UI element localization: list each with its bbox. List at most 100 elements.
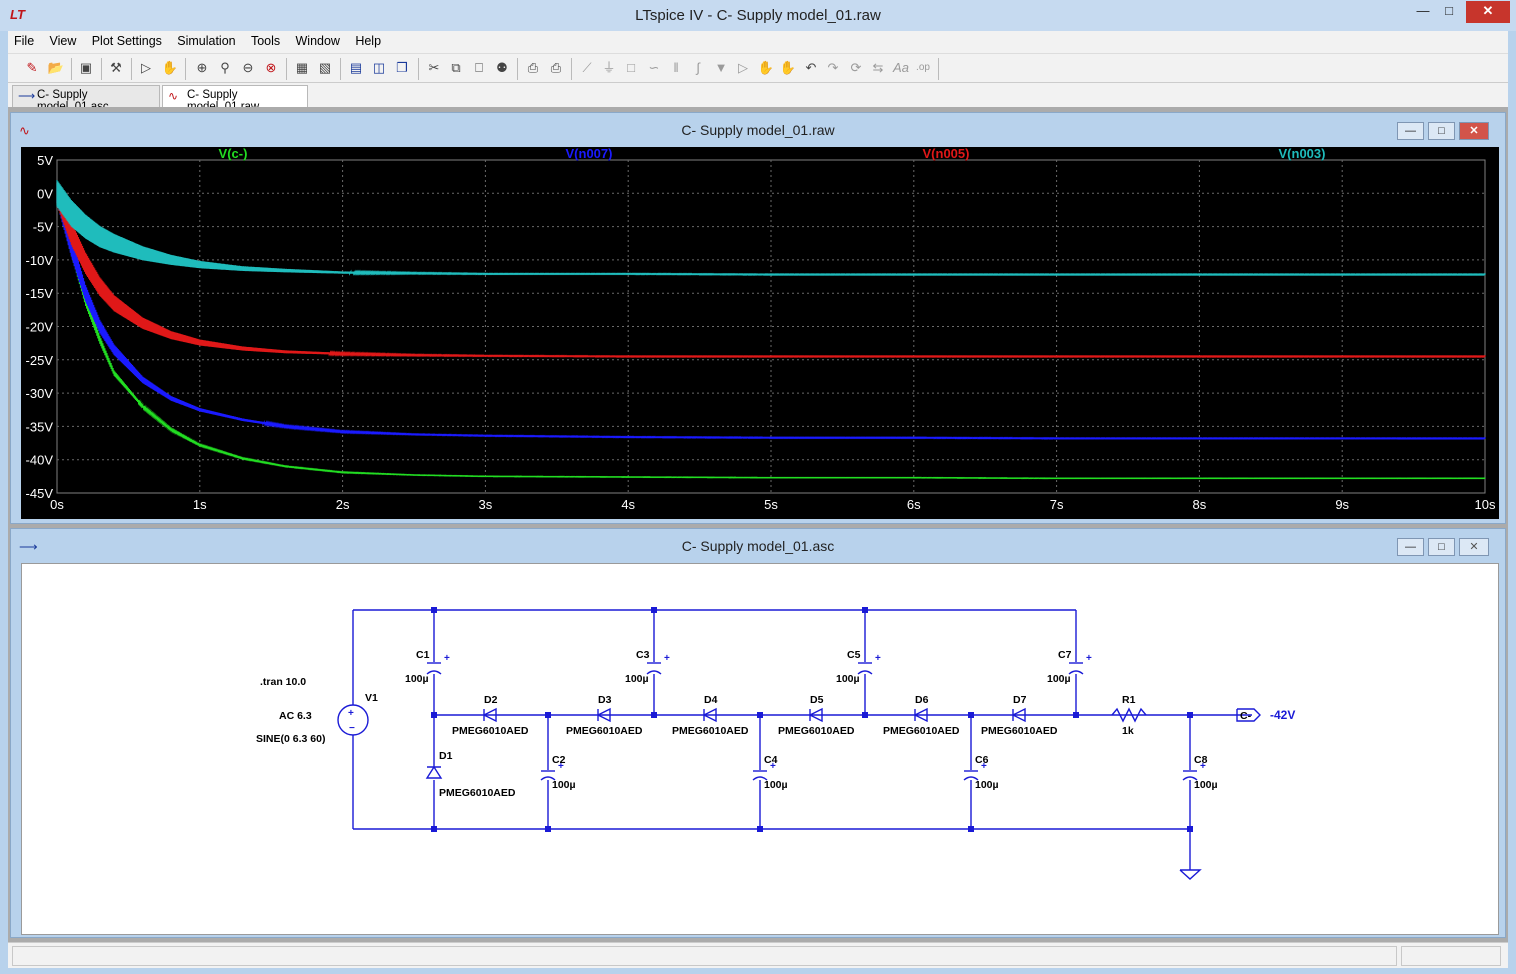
capacitor-icon[interactable]: ‖ xyxy=(666,58,686,78)
manual-limits-icon[interactable]: ▧ xyxy=(315,58,335,78)
c4-ref[interactable]: C4 xyxy=(764,754,778,766)
component-icon[interactable]: ▷ xyxy=(733,58,753,78)
tile-horizontal-icon[interactable]: ▤ xyxy=(346,58,366,78)
d3-ref[interactable]: D3 xyxy=(598,694,612,706)
control-panel-icon[interactable]: ⚒ xyxy=(106,58,126,78)
waveform-plot[interactable]: 0s 1s 2s 3s 4s 5s 6s 7s 8s 9s 10s 5V 0V -5V -10V -15V -2… xyxy=(21,146,1499,519)
label-net-icon[interactable]: □ xyxy=(621,58,641,78)
d6-ref[interactable]: D6 xyxy=(915,694,929,706)
undo-icon[interactable]: ↶ xyxy=(801,58,821,78)
halt-icon[interactable]: ✋ xyxy=(160,58,180,78)
d4-value[interactable]: PMEG6010AED xyxy=(672,725,749,737)
paste-icon[interactable]: ⎕ xyxy=(469,58,489,78)
new-schematic-icon[interactable]: ✎ xyxy=(22,58,42,78)
cascade-icon[interactable]: ❐ xyxy=(392,58,412,78)
d1-value[interactable]: PMEG6010AED xyxy=(439,787,516,799)
rotate-icon[interactable]: ⟳ xyxy=(846,58,866,78)
c1-ref[interactable]: C1 xyxy=(416,649,430,661)
drag-icon[interactable]: ✋ xyxy=(778,58,798,78)
plot-minimize-button[interactable]: — xyxy=(1397,122,1424,140)
d1-ref[interactable]: D1 xyxy=(439,750,453,762)
schematic-window: ⟶ C- Supply model_01.asc — □ ✕ + + + + +… xyxy=(10,528,1506,938)
move-icon[interactable]: ✋ xyxy=(756,58,776,78)
tab-schematic[interactable]: ⟶ C- Supply model_01.asc xyxy=(12,85,160,113)
schematic-drawing[interactable]: ++++ ++++ +− .tran 10.0 V1 AC 6.3 SINE(0… xyxy=(22,564,1498,934)
print-icon[interactable]: ⎙ xyxy=(546,58,566,78)
v1-ac[interactable]: AC 6.3 xyxy=(279,710,312,722)
zoom-pan-icon[interactable]: ⚲ xyxy=(215,58,235,78)
d2-ref[interactable]: D2 xyxy=(484,694,498,706)
d7-value[interactable]: PMEG6010AED xyxy=(981,725,1058,737)
minimize-button[interactable]: — xyxy=(1410,1,1436,23)
menu-window[interactable]: Window xyxy=(290,31,346,48)
diode-icon[interactable]: ▼ xyxy=(711,58,731,78)
menu-plot-settings[interactable]: Plot Settings xyxy=(86,31,168,48)
plot-maximize-button[interactable]: □ xyxy=(1428,122,1455,140)
zoom-fit-icon[interactable]: ⊗ xyxy=(261,58,281,78)
c5-value[interactable]: 100µ xyxy=(836,673,860,685)
text-icon[interactable]: Aa xyxy=(891,58,911,78)
d2-value[interactable]: PMEG6010AED xyxy=(452,725,529,737)
open-folder-icon[interactable]: 📂 xyxy=(46,58,66,78)
save-icon[interactable]: ▣ xyxy=(76,58,96,78)
c5-ref[interactable]: C5 xyxy=(847,649,861,661)
d5-value[interactable]: PMEG6010AED xyxy=(778,725,855,737)
x-tick-label: 10s xyxy=(1475,497,1496,512)
plot-close-button[interactable]: ✕ xyxy=(1459,122,1489,140)
c6-ref[interactable]: C6 xyxy=(975,754,989,766)
d3-value[interactable]: PMEG6010AED xyxy=(566,725,643,737)
c7-ref[interactable]: C7 xyxy=(1058,649,1072,661)
d5-ref[interactable]: D5 xyxy=(810,694,824,706)
menu-simulation[interactable]: Simulation xyxy=(171,31,241,48)
schematic-minimize-button[interactable]: — xyxy=(1397,538,1424,556)
c8-ref[interactable]: C8 xyxy=(1194,754,1208,766)
autorange-icon[interactable]: ▦ xyxy=(292,58,312,78)
schematic-close-button[interactable]: ✕ xyxy=(1459,538,1489,556)
spice-directive-icon[interactable]: .op xyxy=(913,58,933,78)
schematic-canvas[interactable]: + + + + + + + + + − .tran 10.0 V1 AC 6.3 SINE(0… xyxy=(21,563,1499,935)
c3-value[interactable]: 100µ xyxy=(625,673,649,685)
mirror-icon[interactable]: ⇆ xyxy=(868,58,888,78)
c6-value[interactable]: 100µ xyxy=(975,779,999,791)
menu-tools[interactable]: Tools xyxy=(245,31,286,48)
menu-file[interactable]: File xyxy=(8,31,40,48)
d6-value[interactable]: PMEG6010AED xyxy=(883,725,960,737)
zoom-out-icon[interactable]: ⊖ xyxy=(238,58,258,78)
cut-icon[interactable]: ✂ xyxy=(424,58,444,78)
d7-ref[interactable]: D7 xyxy=(1013,694,1027,706)
svg-text:−: − xyxy=(349,723,355,734)
v1-ref[interactable]: V1 xyxy=(365,692,378,704)
d4-ref[interactable]: D4 xyxy=(704,694,718,706)
tab-waveform[interactable]: ∿ C- Supply model_01.raw xyxy=(162,85,308,113)
r1-value[interactable]: 1k xyxy=(1122,725,1134,737)
close-button[interactable]: ✕ xyxy=(1466,1,1510,23)
copy-icon[interactable]: ⧉ xyxy=(446,58,466,78)
inductor-icon[interactable]: ∫ xyxy=(688,58,708,78)
resistor-icon[interactable]: ∽ xyxy=(644,58,664,78)
wire-icon[interactable]: ⟋ xyxy=(577,58,597,78)
redo-icon[interactable]: ↷ xyxy=(823,58,843,78)
run-icon[interactable]: ▷ xyxy=(136,58,156,78)
tile-vertical-icon[interactable]: ◫ xyxy=(369,58,389,78)
c8-value[interactable]: 100µ xyxy=(1194,779,1218,791)
c7-value[interactable]: 100µ xyxy=(1047,673,1071,685)
find-icon[interactable]: ⚉ xyxy=(492,58,512,78)
print-preview-icon[interactable]: ⎙ xyxy=(523,58,543,78)
port-label[interactable]: C- xyxy=(1240,710,1252,722)
maximize-button[interactable]: □ xyxy=(1436,1,1462,23)
c1-value[interactable]: 100µ xyxy=(405,673,429,685)
svg-text:+: + xyxy=(664,653,670,664)
schematic-maximize-button[interactable]: □ xyxy=(1428,538,1455,556)
c2-ref[interactable]: C2 xyxy=(552,754,566,766)
r1-ref[interactable]: R1 xyxy=(1122,694,1136,706)
menu-help[interactable]: Help xyxy=(349,31,387,48)
c2-value[interactable]: 100µ xyxy=(552,779,576,791)
zoom-in-icon[interactable]: ⊕ xyxy=(192,58,212,78)
waveform-chart[interactable]: 0s 1s 2s 3s 4s 5s 6s 7s 8s 9s 10s5V0V-5V-10V-15V-2… xyxy=(21,146,1499,519)
v1-sine[interactable]: SINE(0 6.3 60) xyxy=(256,733,325,745)
c4-value[interactable]: 100µ xyxy=(764,779,788,791)
c3-ref[interactable]: C3 xyxy=(636,649,650,661)
ground-icon[interactable]: ⏚ xyxy=(599,58,619,78)
menu-view[interactable]: View xyxy=(44,31,83,48)
spice-directive[interactable]: .tran 10.0 xyxy=(260,676,306,688)
